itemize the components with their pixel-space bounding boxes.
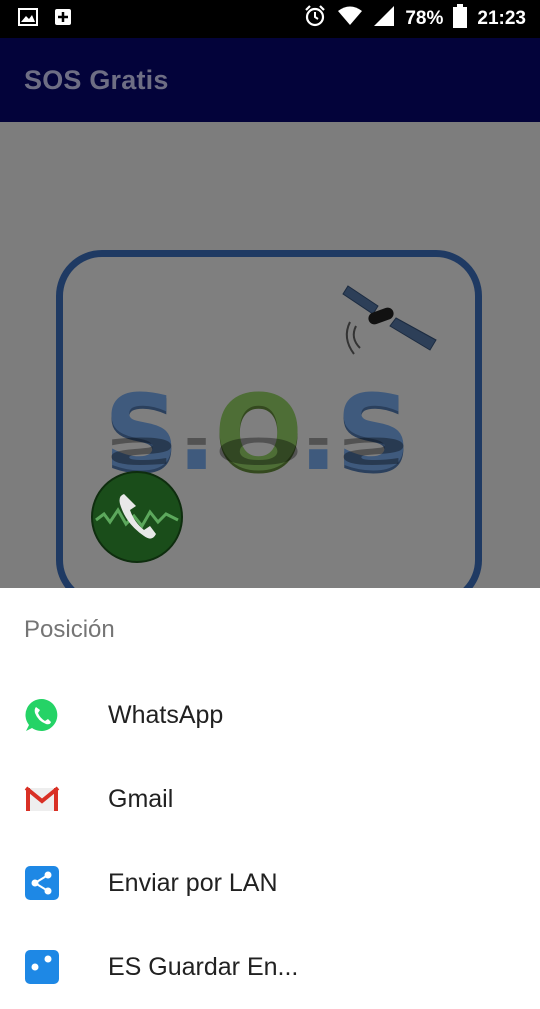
share-option-label: WhatsApp bbox=[108, 700, 224, 729]
content-area[interactable]: S.O.S S.O.S bbox=[0, 122, 540, 588]
share-option-whatsapp[interactable]: WhatsApp bbox=[0, 673, 540, 757]
lan-share-icon bbox=[25, 866, 59, 900]
share-sheet: Posición WhatsApp Gmail Enviar por LAN E… bbox=[0, 588, 540, 984]
status-bar: 78% 21:23 bbox=[0, 0, 540, 38]
share-option-label: Enviar por LAN bbox=[108, 868, 278, 897]
app-bar: SOS Gratis bbox=[0, 38, 540, 122]
signal-icon bbox=[373, 5, 395, 33]
wifi-icon bbox=[337, 6, 363, 32]
phone-icon bbox=[91, 471, 183, 563]
logo-letter: O bbox=[214, 429, 299, 472]
sos-reflection: S.O.S bbox=[104, 429, 409, 472]
add-box-icon bbox=[54, 8, 72, 31]
clock-text: 21:23 bbox=[477, 8, 526, 29]
app-title: SOS Gratis bbox=[24, 64, 169, 95]
share-option-lan[interactable]: Enviar por LAN bbox=[0, 841, 540, 925]
image-icon bbox=[18, 7, 38, 31]
alarm-icon bbox=[303, 4, 327, 34]
share-option-label: ES Guardar En... bbox=[108, 952, 299, 981]
satellite-icon bbox=[342, 285, 437, 355]
share-option-gmail[interactable]: Gmail bbox=[0, 757, 540, 841]
logo-letter: S bbox=[336, 429, 409, 472]
gmail-icon bbox=[24, 786, 60, 811]
battery-icon bbox=[453, 4, 468, 34]
battery-level-text: 78% bbox=[405, 8, 444, 29]
logo-dot: . bbox=[298, 429, 337, 472]
share-option-es-save[interactable]: ES Guardar En... bbox=[0, 925, 540, 1009]
es-save-icon bbox=[25, 950, 59, 984]
logo-dot: . bbox=[176, 429, 215, 472]
share-option-label: Gmail bbox=[108, 784, 174, 813]
logo-letter: S bbox=[104, 429, 177, 472]
whatsapp-icon bbox=[25, 698, 58, 731]
share-sheet-title: Posición bbox=[24, 616, 115, 643]
